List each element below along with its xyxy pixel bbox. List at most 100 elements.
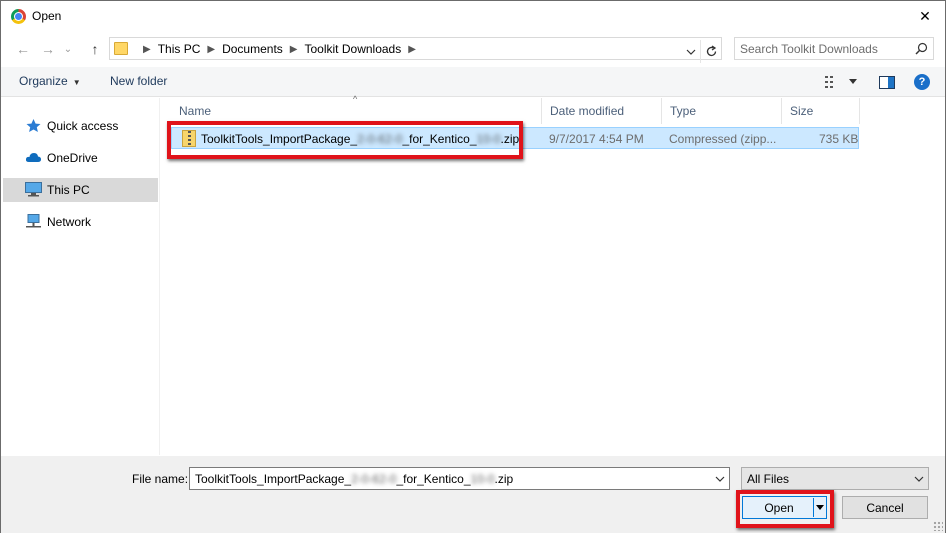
column-header-label: Name	[179, 104, 212, 118]
sidebar-item-quick-access[interactable]: Quick access	[3, 114, 158, 138]
sidebar-item-label: Network	[47, 215, 92, 229]
file-name-field[interactable]: ToolkitTools_ImportPackage_2-0-62-0_for_…	[195, 472, 513, 486]
organize-menu[interactable]: Organize ▼	[19, 74, 81, 88]
chevron-down-icon	[914, 476, 924, 482]
file-name-label: File name:	[132, 472, 189, 486]
sidebar-item-network[interactable]: Network	[3, 210, 158, 234]
file-list: ^ Name Date modified Type Size ToolkitTo…	[161, 94, 945, 455]
navigation-pane: Quick access OneDrive This PC Network	[1, 98, 160, 455]
file-type: Compressed (zipp...	[669, 132, 777, 146]
new-folder-label: New folder	[110, 74, 168, 88]
search-icon[interactable]	[915, 42, 928, 55]
organize-label: Organize	[19, 74, 68, 88]
cancel-button-label: Cancel	[866, 500, 904, 515]
chevron-right-icon[interactable]: ▶	[290, 44, 298, 55]
search-box[interactable]	[734, 37, 934, 60]
chrome-icon	[11, 9, 26, 24]
zip-folder-icon	[182, 130, 196, 147]
breadcrumb-item-this-pc[interactable]: This PC	[158, 42, 201, 56]
redacted-version: 2-0-62-0	[351, 472, 397, 486]
column-header-label: Type	[670, 104, 697, 118]
redacted-version: 10-0	[476, 132, 501, 146]
column-header-label: Size	[790, 104, 814, 118]
chevron-right-icon[interactable]: ▶	[207, 44, 215, 55]
sidebar-item-label: OneDrive	[47, 151, 98, 165]
folder-icon	[114, 42, 128, 55]
title-bar: Open ✕	[1, 1, 945, 32]
details-view-icon	[825, 76, 833, 88]
chevron-down-icon	[715, 476, 725, 482]
dialog-title: Open	[32, 9, 62, 23]
command-bar: Organize ▼ New folder	[1, 67, 945, 97]
recent-locations-button[interactable]: ⌄	[61, 40, 75, 58]
breadcrumb-item-documents[interactable]: Documents	[222, 42, 283, 56]
forward-button[interactable]: →	[39, 40, 57, 58]
file-name-dropdown[interactable]	[713, 471, 727, 487]
caret-down-icon	[816, 505, 824, 510]
help-icon: ?	[918, 76, 926, 88]
file-name-combo[interactable]: ToolkitTools_ImportPackage_2-0-62-0_for_…	[189, 467, 730, 490]
address-history-dropdown[interactable]	[681, 40, 701, 63]
caret-down-icon	[849, 79, 857, 84]
preview-pane-icon	[879, 75, 895, 89]
arrow-right-icon: →	[41, 41, 55, 57]
star-icon	[26, 119, 41, 132]
arrow-left-icon: ←	[16, 41, 30, 57]
back-button[interactable]: ←	[14, 40, 32, 58]
file-name-suffix: .zip	[500, 132, 520, 146]
chevron-down-icon: ⌄	[63, 43, 73, 55]
column-header-date-modified[interactable]: Date modified	[542, 98, 662, 124]
arrow-up-icon: ↑	[91, 41, 99, 57]
change-view-button[interactable]	[822, 73, 860, 91]
dialog-footer: File name: ToolkitTools_ImportPackage_2-…	[1, 456, 945, 533]
column-header-name[interactable]: Name	[171, 98, 542, 124]
chevron-right-icon[interactable]: ▶	[408, 44, 416, 55]
close-button[interactable]: ✕	[905, 1, 945, 32]
file-size: 735 KB	[819, 132, 859, 146]
chevron-right-icon: ▶	[143, 43, 151, 55]
network-icon	[26, 214, 41, 228]
up-button[interactable]: ↑	[86, 40, 104, 58]
preview-pane-button[interactable]	[877, 73, 897, 91]
file-name-prefix: ToolkitTools_ImportPackage_	[201, 132, 358, 146]
cancel-button[interactable]: Cancel	[842, 496, 928, 519]
file-name-mid: _for_Kentico_	[402, 132, 477, 146]
sidebar-item-this-pc[interactable]: This PC	[3, 178, 158, 202]
open-options-dropdown[interactable]	[813, 498, 826, 517]
close-icon: ✕	[919, 8, 931, 24]
column-header-type[interactable]: Type	[662, 98, 782, 124]
sidebar-item-label: Quick access	[47, 119, 119, 133]
redacted-version: 10-0	[470, 472, 495, 486]
chevron-down-icon	[686, 49, 696, 55]
file-row[interactable]: ToolkitTools_ImportPackage_2-0-62-0_for_…	[171, 127, 859, 149]
file-name-suffix: .zip	[494, 472, 514, 486]
open-button[interactable]: Open	[742, 496, 827, 519]
file-type-select[interactable]: All Files	[741, 467, 929, 490]
navigation-bar: ← → ⌄ ↑ ▶ This PC ▶ Documents ▶ Toolkit …	[1, 35, 945, 63]
file-type-dropdown[interactable]	[912, 471, 926, 487]
help-button[interactable]: ?	[914, 74, 930, 90]
open-file-dialog: Open ✕ ← → ⌄ ↑ ▶ This PC ▶ Documents ▶ T…	[0, 0, 946, 533]
file-name: ToolkitTools_ImportPackage_2-0-62-0_for_…	[201, 132, 519, 146]
address-bar[interactable]: ▶ This PC ▶ Documents ▶ Toolkit Download…	[109, 37, 722, 63]
breadcrumb: ▶ This PC ▶ Documents ▶ Toolkit Download…	[136, 42, 423, 56]
redacted-version: 2-0-62-0	[357, 132, 403, 146]
column-header-label: Date modified	[550, 104, 625, 118]
file-name-mid: _for_Kentico_	[396, 472, 471, 486]
file-date-modified: 9/7/2017 4:54 PM	[549, 132, 644, 146]
resize-grip[interactable]	[933, 521, 943, 531]
new-folder-button[interactable]: New folder	[110, 74, 167, 88]
sidebar-item-label: This PC	[47, 183, 90, 197]
refresh-button[interactable]	[700, 40, 722, 63]
caret-down-icon: ▼	[72, 78, 81, 87]
refresh-icon	[706, 45, 717, 57]
column-header-size[interactable]: Size	[782, 98, 860, 124]
computer-icon	[25, 182, 42, 197]
file-name-prefix: ToolkitTools_ImportPackage_	[195, 472, 352, 486]
search-input[interactable]	[740, 41, 910, 57]
open-button-label: Open	[764, 501, 794, 515]
breadcrumb-item-toolkit-downloads[interactable]: Toolkit Downloads	[305, 42, 402, 56]
cloud-icon	[25, 153, 42, 162]
file-type-value: All Files	[747, 472, 790, 486]
sidebar-item-onedrive[interactable]: OneDrive	[3, 146, 158, 170]
